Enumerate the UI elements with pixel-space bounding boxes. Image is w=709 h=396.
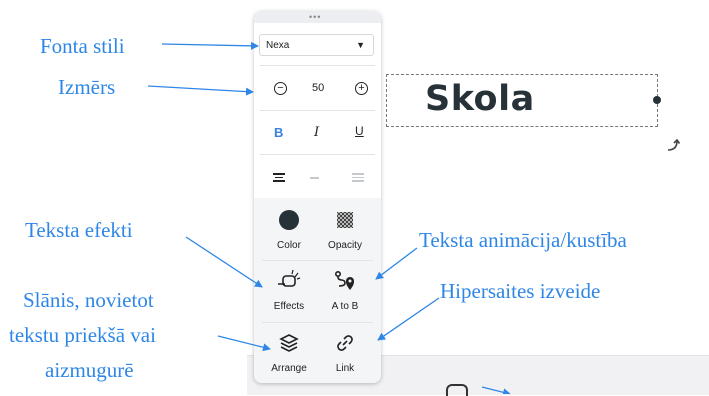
arrow-font-styles [161, 41, 259, 50]
arrow-bottom [481, 386, 511, 394]
arrow-layer [217, 335, 271, 352]
arrow-size [147, 85, 254, 96]
arrow-text-effects [185, 236, 263, 288]
arrow-hyperlink [377, 297, 440, 341]
annotation-arrows [147, 41, 511, 394]
arrow-text-animation [375, 247, 418, 280]
